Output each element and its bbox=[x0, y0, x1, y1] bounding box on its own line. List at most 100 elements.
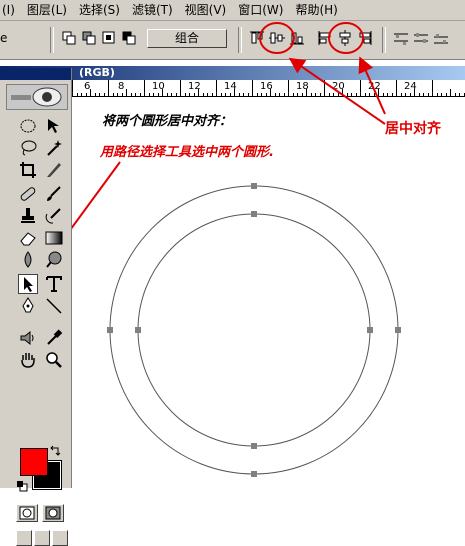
shape-intersect-icon[interactable] bbox=[100, 29, 118, 47]
menu-view[interactable]: 视图(V) bbox=[179, 0, 233, 20]
ruler-tick bbox=[220, 93, 222, 96]
options-left-label: e bbox=[0, 31, 8, 45]
ruler-tick bbox=[225, 93, 226, 96]
ruler-tick bbox=[441, 93, 442, 96]
align-top-edges-icon[interactable] bbox=[248, 29, 266, 47]
circle-paths bbox=[109, 185, 399, 475]
ruler-tick bbox=[85, 93, 87, 96]
ruler-tick bbox=[463, 93, 465, 96]
notes-tool-icon[interactable] bbox=[18, 328, 38, 348]
ruler-tick bbox=[144, 80, 145, 96]
shape-subtract-icon[interactable] bbox=[80, 29, 98, 47]
distribute-top-icon[interactable] bbox=[392, 29, 410, 47]
hand-tool-icon[interactable] bbox=[18, 350, 38, 370]
path-selection-tool-icon[interactable] bbox=[18, 274, 38, 294]
ruler-tick bbox=[288, 80, 289, 96]
ruler-tick bbox=[378, 89, 379, 96]
ruler-tick bbox=[445, 93, 447, 96]
ruler-tick bbox=[112, 93, 114, 96]
ruler-tick bbox=[432, 80, 433, 96]
menu-bar: (I) 图层(L) 选择(S) 滤镜(T) 视图(V) 窗口(W) 帮助(H) bbox=[0, 0, 465, 21]
type-tool-icon[interactable] bbox=[44, 274, 64, 294]
ruler-tick bbox=[297, 93, 298, 96]
clone-stamp-tool-icon[interactable] bbox=[18, 206, 38, 226]
ruler-tick bbox=[409, 93, 411, 96]
distribute-center-icon[interactable] bbox=[412, 29, 430, 47]
shape-add-icon[interactable] bbox=[60, 29, 78, 47]
gradient-tool-icon[interactable] bbox=[44, 228, 64, 248]
move-tool-icon[interactable] bbox=[44, 116, 64, 136]
step-text: 用路径选择工具选中两个圆形. bbox=[100, 145, 274, 160]
dodge-tool-icon[interactable] bbox=[44, 250, 64, 270]
menu-filter[interactable]: 滤镜(T) bbox=[126, 0, 179, 20]
eraser-tool-icon[interactable] bbox=[18, 228, 38, 248]
anchor-point bbox=[135, 327, 141, 333]
menu-select[interactable]: 选择(S) bbox=[73, 0, 126, 20]
screen-mode-full-icon[interactable] bbox=[52, 530, 68, 546]
ruler-tick bbox=[450, 89, 451, 96]
tools-title-bar[interactable] bbox=[0, 68, 71, 80]
ruler-tick bbox=[324, 80, 325, 96]
ruler-tick bbox=[261, 93, 262, 96]
ruler-tick bbox=[292, 93, 294, 96]
ruler-tick bbox=[346, 93, 348, 96]
quick-mask-mode-button[interactable] bbox=[42, 504, 64, 522]
history-brush-tool-icon[interactable] bbox=[44, 206, 64, 226]
eyedropper-tool-icon[interactable] bbox=[44, 328, 64, 348]
ruler-tick bbox=[238, 93, 240, 96]
ruler-tick bbox=[207, 93, 208, 96]
document-title: (RGB) bbox=[79, 66, 115, 79]
default-colors-icon[interactable] bbox=[16, 480, 28, 492]
swap-colors-icon[interactable] bbox=[48, 444, 62, 458]
inner-circle-path bbox=[137, 213, 371, 447]
ruler-tick bbox=[382, 93, 384, 96]
ruler-tick bbox=[171, 93, 172, 96]
ruler-tick bbox=[315, 93, 316, 96]
ruler-tick bbox=[211, 93, 213, 96]
ruler-tick bbox=[148, 93, 150, 96]
blur-tool-icon[interactable] bbox=[18, 250, 38, 270]
align-left-edges-icon[interactable] bbox=[316, 29, 334, 47]
ruler-tick bbox=[216, 80, 217, 96]
combine-button[interactable]: 组合 bbox=[147, 29, 227, 48]
ruler-tick bbox=[283, 93, 285, 96]
ruler-tick bbox=[234, 89, 235, 96]
align-horizontal-centers-icon[interactable] bbox=[336, 29, 354, 47]
pen-tool-icon[interactable] bbox=[18, 296, 38, 316]
menu-window[interactable]: 窗口(W) bbox=[232, 0, 289, 20]
anchor-point bbox=[251, 471, 257, 477]
screen-mode-standard-icon[interactable] bbox=[16, 530, 32, 546]
menu-image[interactable]: (I) bbox=[0, 0, 21, 20]
ruler-tick bbox=[360, 80, 361, 96]
magic-wand-tool-icon[interactable] bbox=[44, 138, 64, 158]
eye-logo-icon[interactable] bbox=[6, 84, 68, 110]
crop-tool-icon[interactable] bbox=[18, 160, 38, 180]
ruler-tick bbox=[364, 93, 366, 96]
ruler-tick bbox=[135, 93, 136, 96]
ruler-tick bbox=[76, 93, 78, 96]
ruler-tick bbox=[157, 93, 159, 96]
healing-brush-tool-icon[interactable] bbox=[18, 184, 38, 204]
foreground-color-swatch[interactable] bbox=[20, 448, 48, 476]
align-vertical-centers-icon[interactable] bbox=[268, 29, 286, 47]
distribute-bottom-icon[interactable] bbox=[432, 29, 450, 47]
slice-tool-icon[interactable] bbox=[44, 160, 64, 180]
ruler-tick bbox=[279, 93, 280, 96]
ruler-tick bbox=[247, 93, 249, 96]
marquee-tool-icon[interactable] bbox=[18, 116, 38, 136]
ruler-tick bbox=[270, 89, 271, 96]
menu-layer[interactable]: 图层(L) bbox=[21, 0, 73, 20]
ruler-tick bbox=[423, 93, 424, 96]
lasso-tool-icon[interactable] bbox=[18, 138, 38, 158]
align-right-edges-icon[interactable] bbox=[356, 29, 374, 47]
shape-exclude-icon[interactable] bbox=[120, 29, 138, 47]
ruler-tick bbox=[418, 93, 420, 96]
zoom-tool-icon[interactable] bbox=[44, 350, 64, 370]
brush-tool-icon[interactable] bbox=[44, 184, 64, 204]
menu-help[interactable]: 帮助(H) bbox=[289, 0, 343, 20]
align-bottom-edges-icon[interactable] bbox=[288, 29, 306, 47]
ruler-tick bbox=[175, 93, 177, 96]
standard-mode-button[interactable] bbox=[16, 504, 38, 522]
line-tool-icon[interactable] bbox=[44, 296, 64, 316]
screen-mode-full-menu-icon[interactable] bbox=[34, 530, 50, 546]
